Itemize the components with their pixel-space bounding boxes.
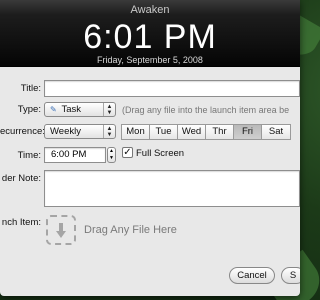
popup-arrows-icon: ▲ ▼ <box>103 125 115 138</box>
day-selector: Mon Tue Wed Thr Fri Sat <box>121 124 291 140</box>
type-label: Type: <box>17 104 41 115</box>
type-hint: (Drag any file into the launch item area… <box>122 105 290 115</box>
popup-arrows-icon: ▲ ▼ <box>103 103 115 116</box>
window-title: Awaken <box>130 4 170 16</box>
day-tue[interactable]: Tue <box>149 124 178 140</box>
date-display: Friday, September 5, 2008 <box>97 55 203 65</box>
save-button[interactable]: S <box>281 267 300 284</box>
task-icon: ✎ <box>50 105 57 114</box>
type-value: Task <box>61 104 82 115</box>
dropzone-label: Drag Any File Here <box>84 224 177 236</box>
form-panel: Title: Type: ✎ Task ▲ ▼ (Drag any file in… <box>0 66 300 296</box>
title-field[interactable] <box>44 80 300 97</box>
time-label: Time: <box>17 150 41 161</box>
day-thr[interactable]: Thr <box>205 124 234 140</box>
title-bar[interactable]: Awaken 6:01 PM Friday, September 5, 2008 <box>0 0 300 66</box>
day-mon[interactable]: Mon <box>121 124 150 140</box>
fullscreen-checkbox[interactable]: ✓ <box>122 147 133 158</box>
note-label: der Note: <box>1 173 41 184</box>
clock-display: 6:01 PM <box>83 18 217 56</box>
title-label: Title: <box>20 83 41 94</box>
launch-item-dropzone[interactable] <box>46 215 76 245</box>
download-arrow-icon <box>56 223 66 238</box>
note-field[interactable] <box>44 170 300 207</box>
recurrence-popup[interactable]: Weekly ▲ ▼ <box>44 124 116 139</box>
type-popup[interactable]: ✎ Task ▲ ▼ <box>44 102 116 117</box>
launch-item-label: nch Item: <box>1 217 41 228</box>
time-field[interactable]: 6:00 PM <box>44 147 106 163</box>
time-stepper[interactable]: ▲ ▼ <box>107 147 116 163</box>
recurrence-value: Weekly <box>50 126 81 137</box>
fullscreen-label: Full Screen <box>136 148 185 159</box>
day-fri[interactable]: Fri <box>233 124 262 140</box>
recurrence-label: ecurrence: <box>0 126 45 137</box>
day-wed[interactable]: Wed <box>177 124 206 140</box>
awaken-window: Awaken 6:01 PM Friday, September 5, 2008… <box>0 0 300 296</box>
day-sat[interactable]: Sat <box>261 124 291 140</box>
cancel-button[interactable]: Cancel <box>229 267 275 284</box>
